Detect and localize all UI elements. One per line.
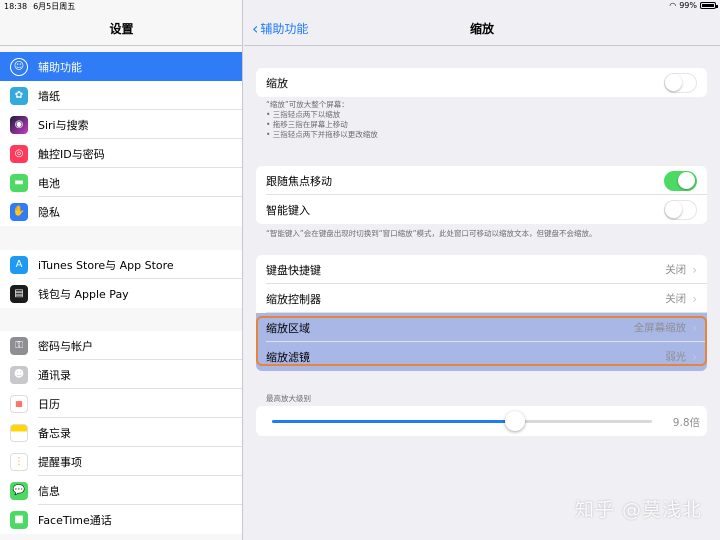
- chevron-right-icon: ›: [692, 349, 697, 364]
- row-value: 关闭: [665, 293, 687, 305]
- max-zoom-slider[interactable]: [272, 411, 652, 431]
- messages-icon: 💬: [10, 481, 28, 500]
- sidebar-item-label: 日历: [38, 397, 60, 411]
- zoom-note-line: • 三指轻点两下并拖移以更改缩放: [266, 130, 378, 139]
- facetime-icon: ■: [10, 510, 28, 529]
- nav-divider: [244, 45, 720, 46]
- zoom-controller-row[interactable]: 缩放控制器 关闭 ›: [256, 284, 707, 313]
- sidebar-item-reminders[interactable]: ⋮ 提醒事项: [0, 447, 242, 476]
- sidebar-item-battery[interactable]: ▬ 电池: [0, 168, 242, 197]
- key-icon: ⚿: [10, 336, 28, 355]
- zoom-note-line: • 拖移三指在屏幕上移动: [266, 120, 348, 129]
- calendar-icon: ▦: [10, 394, 28, 413]
- sidebar-group-1: ☺ 辅助功能 ✿ 墙纸 ◉ Siri与搜索 ◎ 触控ID与密码 ▬ 电池 ✋ 隐…: [0, 52, 242, 226]
- toggle-knob: [665, 73, 682, 91]
- zoom-toggle[interactable]: [664, 72, 697, 93]
- status-bar: 18:38 6月5日周五: [0, 0, 720, 12]
- sidebar-item-privacy[interactable]: ✋ 隐私: [0, 197, 242, 226]
- page-title: 缩放: [469, 22, 494, 36]
- row-value: 全屏幕缩放: [633, 322, 687, 334]
- zoom-label: 缩放: [266, 76, 288, 90]
- notes-icon: [10, 423, 28, 442]
- wallpaper-icon: ✿: [10, 86, 28, 105]
- sidebar-item-contacts[interactable]: ☻ 通讯录: [0, 360, 242, 389]
- smart-typing-toggle[interactable]: [664, 199, 697, 220]
- sidebar-item-wallet[interactable]: ▤ 钱包与 Apple Pay: [0, 279, 242, 308]
- sidebar-item-wallpaper[interactable]: ✿ 墙纸: [0, 81, 242, 110]
- sidebar-title: 设置: [109, 22, 134, 36]
- sidebar-item-label: 备忘录: [38, 426, 71, 440]
- wallet-icon: ▤: [10, 284, 28, 303]
- watermark: 知乎 @莫浅北: [574, 499, 702, 521]
- row-label: 缩放区域: [266, 321, 310, 335]
- row-label: 缩放滤镜: [266, 350, 310, 364]
- status-date: 6月5日周五: [33, 1, 76, 11]
- sidebar-item-label: 隐私: [38, 205, 60, 219]
- zoom-row: 缩放: [256, 68, 707, 97]
- sidebar-item-facetime[interactable]: ■ FaceTime通话: [0, 505, 242, 534]
- row-value: 弱光: [665, 351, 687, 363]
- chevron-right-icon: ›: [692, 291, 697, 306]
- sidebar-group-2: A iTunes Store与 App Store ▤ 钱包与 Apple Pa…: [0, 250, 242, 308]
- toggle-knob: [678, 171, 695, 189]
- sidebar-item-label: Siri与搜索: [38, 118, 89, 132]
- smart-typing-note: “智能键入”会在键盘出现时切换到“窗口缩放”模式，此处窗口可移动以缩放文本，但键…: [266, 229, 597, 238]
- follow-focus-label: 跟随焦点移动: [266, 174, 332, 188]
- hand-icon: ✋: [10, 202, 28, 221]
- keyboard-shortcuts-row[interactable]: 键盘快捷键 关闭 ›: [256, 255, 707, 284]
- battery-icon: ▬: [10, 173, 28, 192]
- sidebar-item-label: 信息: [38, 484, 60, 498]
- sidebar-item-label: FaceTime通话: [38, 513, 112, 527]
- smart-typing-label: 智能键入: [266, 203, 310, 217]
- slider-fill: [272, 420, 516, 423]
- follow-focus-toggle[interactable]: [664, 170, 697, 191]
- sidebar-item-label: iTunes Store与 App Store: [38, 258, 174, 272]
- zoom-settings-pane: ‹ 辅助功能 缩放 缩放 “缩放”可放大整个屏幕： • 三指轻点两下以缩放 • …: [244, 0, 720, 540]
- sidebar-item-label: 辅助功能: [38, 60, 82, 74]
- follow-focus-row: 跟随焦点移动: [256, 166, 707, 195]
- sidebar-item-messages[interactable]: 💬 信息: [0, 476, 242, 505]
- zoom-note-line: • 三指轻点两下以缩放: [266, 110, 341, 119]
- sidebar-item-siri[interactable]: ◉ Siri与搜索: [0, 110, 242, 139]
- sidebar-item-passwords[interactable]: ⚿ 密码与帐户: [0, 331, 242, 360]
- reminders-icon: ⋮: [10, 452, 28, 471]
- sidebar-group-3: ⚿ 密码与帐户 ☻ 通讯录 ▦ 日历 备忘录 ⋮ 提醒事项 💬 信息 ■ Fac…: [0, 331, 242, 534]
- options-card: 键盘快捷键 关闭 › 缩放控制器 关闭 › 缩放区域 全屏幕缩放 › 缩放滤镜 …: [256, 255, 707, 371]
- sidebar-item-label: 提醒事项: [38, 455, 82, 469]
- zoom-region-row[interactable]: 缩放区域 全屏幕缩放 ›: [256, 313, 707, 342]
- focus-card: 跟随焦点移动 智能键入: [256, 166, 707, 224]
- row-label: 缩放控制器: [266, 292, 321, 306]
- sidebar-item-label: 通讯录: [38, 368, 71, 382]
- settings-sidebar: 设置 ☺ 辅助功能 ✿ 墙纸 ◉ Siri与搜索 ◎ 触控ID与密码 ▬ 电池 …: [0, 0, 243, 540]
- app-store-icon: A: [10, 255, 28, 274]
- row-value: 关闭: [665, 264, 687, 276]
- sidebar-divider: [0, 45, 242, 46]
- siri-icon: ◉: [10, 115, 28, 134]
- sidebar-item-touch-id[interactable]: ◎ 触控ID与密码: [0, 139, 242, 168]
- contacts-icon: ☻: [10, 365, 28, 384]
- sidebar-item-label: 电池: [38, 176, 60, 190]
- fingerprint-icon: ◎: [10, 144, 28, 163]
- sidebar-item-calendar[interactable]: ▦ 日历: [0, 389, 242, 418]
- sidebar-item-notes[interactable]: 备忘录: [0, 418, 242, 447]
- toggle-knob: [665, 200, 682, 218]
- sidebar-item-app-store[interactable]: A iTunes Store与 App Store: [0, 250, 242, 279]
- max-zoom-value: 9.8倍: [672, 417, 700, 429]
- zoom-note: “缩放”可放大整个屏幕： • 三指轻点两下以缩放 • 拖移三指在屏幕上移动 • …: [266, 100, 378, 140]
- smart-typing-row: 智能键入: [256, 195, 707, 224]
- sidebar-item-label: 密码与帐户: [38, 339, 93, 353]
- sidebar-item-label: 墙纸: [38, 89, 60, 103]
- accessibility-icon: ☺: [10, 57, 28, 76]
- sidebar-item-label: 触控ID与密码: [38, 147, 105, 161]
- sidebar-item-accessibility[interactable]: ☺ 辅助功能: [0, 52, 242, 81]
- sidebar-item-label: 钱包与 Apple Pay: [38, 287, 129, 301]
- zoom-card: 缩放: [256, 68, 707, 97]
- max-zoom-label: 最高放大级别: [266, 394, 311, 403]
- chevron-right-icon: ›: [692, 262, 697, 277]
- chevron-right-icon: ›: [692, 320, 697, 335]
- zoom-note-line: “缩放”可放大整个屏幕：: [266, 100, 349, 109]
- row-label: 键盘快捷键: [266, 263, 321, 277]
- zoom-filter-row[interactable]: 缩放滤镜 弱光 ›: [256, 342, 707, 371]
- status-time: 18:38: [4, 1, 28, 11]
